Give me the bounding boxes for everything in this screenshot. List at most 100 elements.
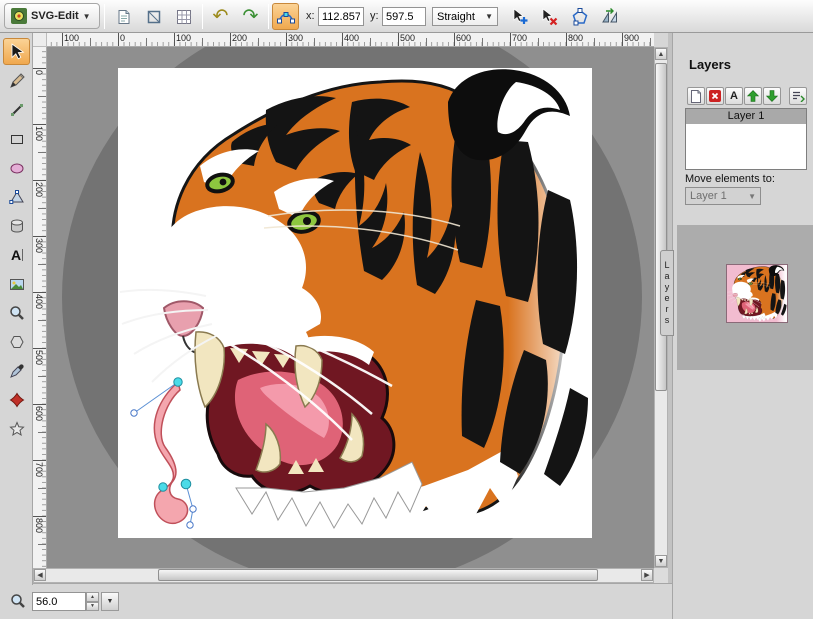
raise-layer-button[interactable] <box>744 87 762 105</box>
path-node[interactable] <box>159 483 167 491</box>
ruler-label: 700 <box>34 462 44 477</box>
delete-layer-button[interactable] <box>706 87 724 105</box>
ruler-label: 500 <box>34 350 44 365</box>
node-edit-mode-button[interactable] <box>272 3 299 30</box>
path-node[interactable] <box>174 378 182 386</box>
path-node[interactable] <box>181 479 191 489</box>
control-handle[interactable] <box>190 506 196 512</box>
undo-button[interactable]: ↶ <box>207 3 234 30</box>
control-handle[interactable] <box>187 522 193 528</box>
select-tool-button[interactable] <box>3 38 30 65</box>
line-tool-button[interactable] <box>3 96 30 123</box>
scroll-up-button[interactable]: ▲ <box>655 48 667 60</box>
grid-button[interactable] <box>170 3 197 30</box>
lower-layer-button[interactable] <box>763 87 781 105</box>
layer-options-button[interactable] <box>789 87 807 105</box>
ruler-label: 100 <box>64 33 79 43</box>
spinner-down-icon: ▼ <box>90 603 95 609</box>
svgedit-logo-icon <box>11 8 27 24</box>
tiger-drawing <box>118 68 592 538</box>
wireframe-button[interactable] <box>140 3 167 30</box>
arrow-left-icon: ◀ <box>37 571 42 579</box>
spinner-up-icon: ▲ <box>90 594 95 600</box>
shapes-tool-button[interactable] <box>3 386 30 413</box>
edit-source-button[interactable] <box>110 3 137 30</box>
path-tool-button[interactable] <box>3 183 30 210</box>
node-y-input[interactable] <box>382 7 426 26</box>
rename-layer-button[interactable]: A <box>725 87 743 105</box>
ellipse-tool-button[interactable] <box>3 154 30 181</box>
svg-canvas[interactable] <box>118 68 592 538</box>
vertical-scroll-thumb[interactable] <box>655 63 667 391</box>
scroll-right-button[interactable]: ▶ <box>641 569 653 581</box>
ruler-top: 1000100200300400500600700800900100 <box>47 33 654 47</box>
layer-list-body: Layer 1 <box>686 109 806 124</box>
top-toolbar: SVG-Edit ▼ ↶ ↷ <box>0 0 813 33</box>
star-tool-button[interactable] <box>3 415 30 442</box>
scroll-left-button[interactable]: ◀ <box>34 569 46 581</box>
clone-node-button[interactable] <box>506 3 533 30</box>
text-tool-button[interactable]: A <box>3 241 30 268</box>
open-path-button[interactable] <box>566 3 593 30</box>
main-menu-button[interactable]: SVG-Edit ▼ <box>4 3 100 29</box>
delete-node-button[interactable] <box>535 3 562 30</box>
ruler-label: 400 <box>344 33 359 43</box>
eyedropper-tool-button[interactable] <box>3 357 30 384</box>
arrow-up-icon: ▲ <box>658 51 665 58</box>
editing-path-shape[interactable] <box>154 382 187 523</box>
y-label: y: <box>370 10 379 22</box>
left-tool-panel: A <box>0 33 33 585</box>
zoom-icon <box>10 593 26 609</box>
move-layer-select[interactable]: Layer 1 ▼ <box>685 187 761 205</box>
red-shape-icon <box>9 392 25 408</box>
wireframe-icon <box>146 9 162 25</box>
zoom-spin-down-button[interactable]: ▼ <box>86 602 99 612</box>
chevron-down-icon: ▼ <box>485 12 493 21</box>
add-subpath-button[interactable] <box>596 3 623 30</box>
ruler-label: 200 <box>232 33 247 43</box>
redo-button[interactable]: ↷ <box>237 3 264 30</box>
segment-type-value: Straight <box>437 11 475 23</box>
chevron-down-icon: ▼ <box>107 598 114 605</box>
new-layer-icon <box>690 90 702 103</box>
toolbar-separator <box>202 4 203 29</box>
delete-node-icon <box>540 8 558 26</box>
polygon-tool-button[interactable] <box>3 328 30 355</box>
x-label: x: <box>306 10 315 22</box>
ellipse-icon <box>9 160 25 176</box>
minimap-thumbnail[interactable] <box>727 265 787 322</box>
pencil-tool-button[interactable] <box>3 67 30 94</box>
image-icon <box>9 276 25 292</box>
scroll-down-button[interactable]: ▼ <box>655 555 667 567</box>
svg-edit-app: SVG-Edit ▼ ↶ ↷ <box>0 0 813 619</box>
status-bar: ▲ ▼ ▼ <box>0 583 672 619</box>
minimap-tiger <box>727 265 787 322</box>
horizontal-scroll-thumb[interactable] <box>158 569 598 581</box>
layers-panel-tab[interactable]: Layers <box>660 250 674 336</box>
overview-minimap[interactable] <box>677 225 813 370</box>
horizontal-scrollbar[interactable]: ◀ ▶ <box>33 568 654 583</box>
svg-text:A: A <box>11 247 21 263</box>
rect-tool-button[interactable] <box>3 125 30 152</box>
segment-type-select[interactable]: Straight ▼ <box>432 7 498 26</box>
zoom-spin-up-button[interactable]: ▲ <box>86 592 99 602</box>
text-icon: A <box>9 247 25 263</box>
image-tool-button[interactable] <box>3 270 30 297</box>
chevron-down-icon: ▼ <box>748 192 756 201</box>
node-x-input[interactable] <box>318 7 364 26</box>
control-handle[interactable] <box>131 410 137 416</box>
zoom-preset-dropdown[interactable]: ▼ <box>101 592 119 611</box>
canvas-workspace[interactable] <box>47 47 654 568</box>
ruler-label: 0 <box>120 33 125 43</box>
new-layer-button[interactable] <box>687 87 705 105</box>
shapelib-tool-button[interactable] <box>3 212 30 239</box>
cylinder-icon <box>9 218 25 234</box>
open-path-icon <box>571 8 589 26</box>
zoom-tool-button[interactable] <box>3 299 30 326</box>
zoom-input[interactable] <box>32 592 86 611</box>
pencil-icon <box>9 73 25 89</box>
layer-row[interactable]: Layer 1 <box>686 109 806 124</box>
hexagon-icon <box>9 334 25 350</box>
ruler-corner <box>33 33 47 47</box>
layers-title: Layers <box>689 57 731 72</box>
